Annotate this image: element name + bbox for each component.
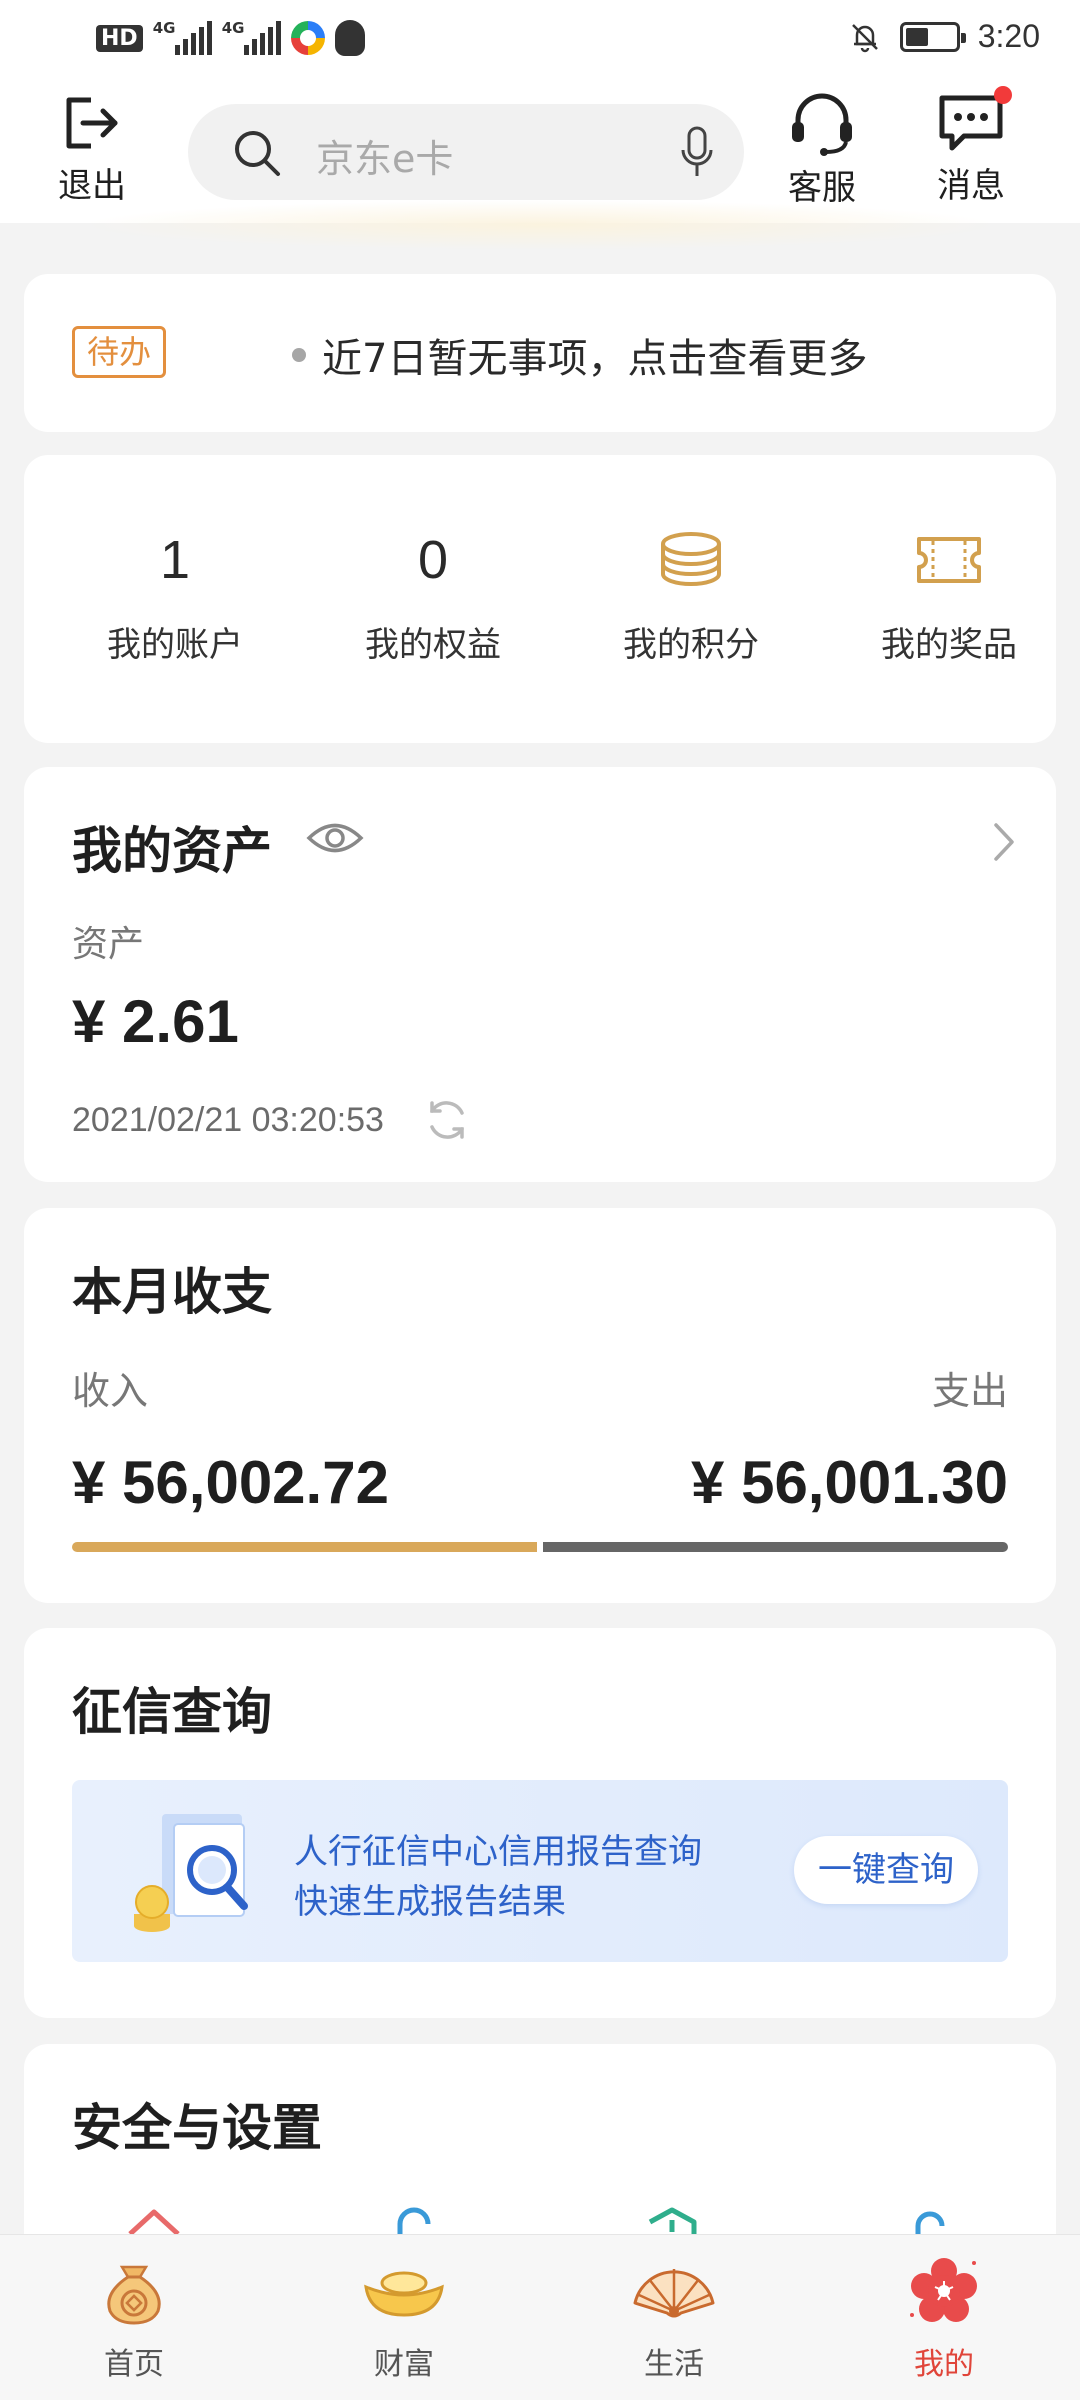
header-glow — [80, 200, 1000, 250]
monthly-title: 本月收支 — [72, 1263, 272, 1321]
app-icon — [290, 21, 325, 55]
tab-wealth[interactable]: 财富 — [304, 2253, 504, 2383]
microphone-icon[interactable] — [680, 126, 714, 178]
search-placeholder: 京东e卡 — [316, 137, 454, 181]
todo-tag: 待办 — [72, 326, 167, 378]
search-bar[interactable]: 京东e卡 — [188, 104, 744, 200]
gold-ingot-icon — [364, 2271, 444, 2317]
expense-label: 支出 — [931, 1369, 1008, 1413]
expense-amount: ¥ 56,001.30 — [691, 1449, 1008, 1516]
headset-icon — [792, 93, 852, 156]
logout-label: 退出 — [58, 166, 126, 206]
stat-my-prizes[interactable]: 我的奖品 — [820, 525, 1078, 666]
stats-card: 1 我的账户 0 我的权益 我的积分 我的奖品 — [24, 455, 1056, 743]
assets-timestamp: 2021/02/21 03:20:53 — [72, 1101, 384, 1139]
hd-icon: HD — [96, 24, 143, 52]
status-right: 3:20 — [848, 18, 1040, 55]
credit-card: 征信查询 人行征信中心信用报告查询 快速生成报告结果 一键查询 — [24, 1628, 1056, 2018]
assets-card[interactable]: 我的资产 资产 ¥ 2.61 2021/02/21 03:20:53 — [24, 767, 1056, 1182]
status-left: HD 4G 4G — [96, 19, 365, 56]
stat-label: 我的权益 — [365, 625, 501, 665]
income-bar — [72, 1542, 537, 1552]
messages-button[interactable]: 消息 — [936, 86, 1012, 207]
tab-label: 财富 — [374, 2347, 434, 2382]
assets-title: 我的资产 — [72, 822, 272, 880]
stat-my-points[interactable]: 我的积分 — [562, 525, 820, 666]
qq-icon — [334, 20, 365, 56]
money-bag-icon — [107, 2265, 161, 2325]
tab-life[interactable]: 生活 — [574, 2253, 774, 2383]
expense-bar — [543, 1542, 1008, 1552]
todo-card[interactable]: 待办 近7日暂无事项，点击查看更多 — [24, 274, 1056, 432]
logout-button[interactable]: 退出 — [58, 92, 126, 207]
bullet-dot — [292, 348, 306, 362]
unread-dot — [994, 86, 1012, 104]
refresh-icon[interactable] — [424, 1097, 470, 1143]
stat-value: 0 — [417, 530, 449, 590]
logout-icon — [66, 97, 118, 149]
tab-label: 生活 — [644, 2347, 704, 2382]
chevron-right-icon[interactable] — [992, 821, 1016, 863]
credit-title: 征信查询 — [72, 1683, 272, 1741]
message-icon — [939, 95, 1003, 151]
customer-service-button[interactable]: 客服 — [786, 92, 858, 209]
status-bar: HD 4G 4G 3:20 — [0, 0, 1080, 78]
battery-icon — [899, 21, 966, 52]
income-label: 收入 — [72, 1369, 149, 1413]
customer-service-label: 客服 — [788, 168, 856, 208]
credit-line1: 人行征信中心信用报告查询 — [294, 1832, 702, 1872]
stat-label: 我的积分 — [623, 625, 759, 665]
stat-my-rights[interactable]: 0 我的权益 — [304, 525, 562, 666]
stat-label: 我的奖品 — [881, 625, 1017, 665]
messages-label: 消息 — [937, 166, 1005, 206]
signal-4g-icon: 4G — [153, 19, 212, 55]
tab-home[interactable]: 首页 — [34, 2253, 234, 2383]
stat-my-account[interactable]: 1 我的账户 — [46, 525, 304, 666]
security-title: 安全与设置 — [72, 2099, 322, 2157]
one-click-query-button[interactable]: 一键查询 — [794, 1836, 978, 1904]
plum-blossom-icon — [910, 2258, 977, 2322]
message-icon-wrap — [936, 86, 1012, 154]
status-time: 3:20 — [977, 18, 1040, 54]
tab-mine[interactable]: 我的 — [844, 2253, 1044, 2383]
credit-report-banner[interactable]: 人行征信中心信用报告查询 快速生成报告结果 一键查询 — [72, 1780, 1008, 1962]
stat-label: 我的账户 — [107, 625, 243, 665]
signal-4g-icon: 4G — [222, 19, 281, 55]
assets-amount: ¥ 2.61 — [72, 988, 239, 1055]
coins-icon — [562, 525, 820, 595]
credit-line2: 快速生成报告结果 — [294, 1882, 566, 1922]
ticket-icon — [820, 525, 1078, 595]
search-icon — [235, 131, 280, 176]
tab-label: 首页 — [104, 2347, 164, 2382]
eye-icon[interactable] — [306, 819, 364, 857]
fan-icon — [633, 2269, 715, 2318]
monthly-card[interactable]: 本月收支 收入 支出 ¥ 56,002.72 ¥ 56,001.30 — [24, 1208, 1056, 1603]
tab-label: 我的 — [914, 2347, 974, 2382]
credit-report-illustration — [134, 1814, 248, 1932]
assets-sublabel: 资产 — [72, 924, 145, 965]
bell-off-icon — [851, 23, 878, 52]
stat-value: 1 — [159, 530, 191, 590]
income-amount: ¥ 56,002.72 — [72, 1449, 389, 1516]
bottom-tab-bar: 首页 财富 生活 我的 — [0, 2234, 1080, 2400]
todo-text: 近7日暂无事项，点击查看更多 — [322, 336, 868, 382]
